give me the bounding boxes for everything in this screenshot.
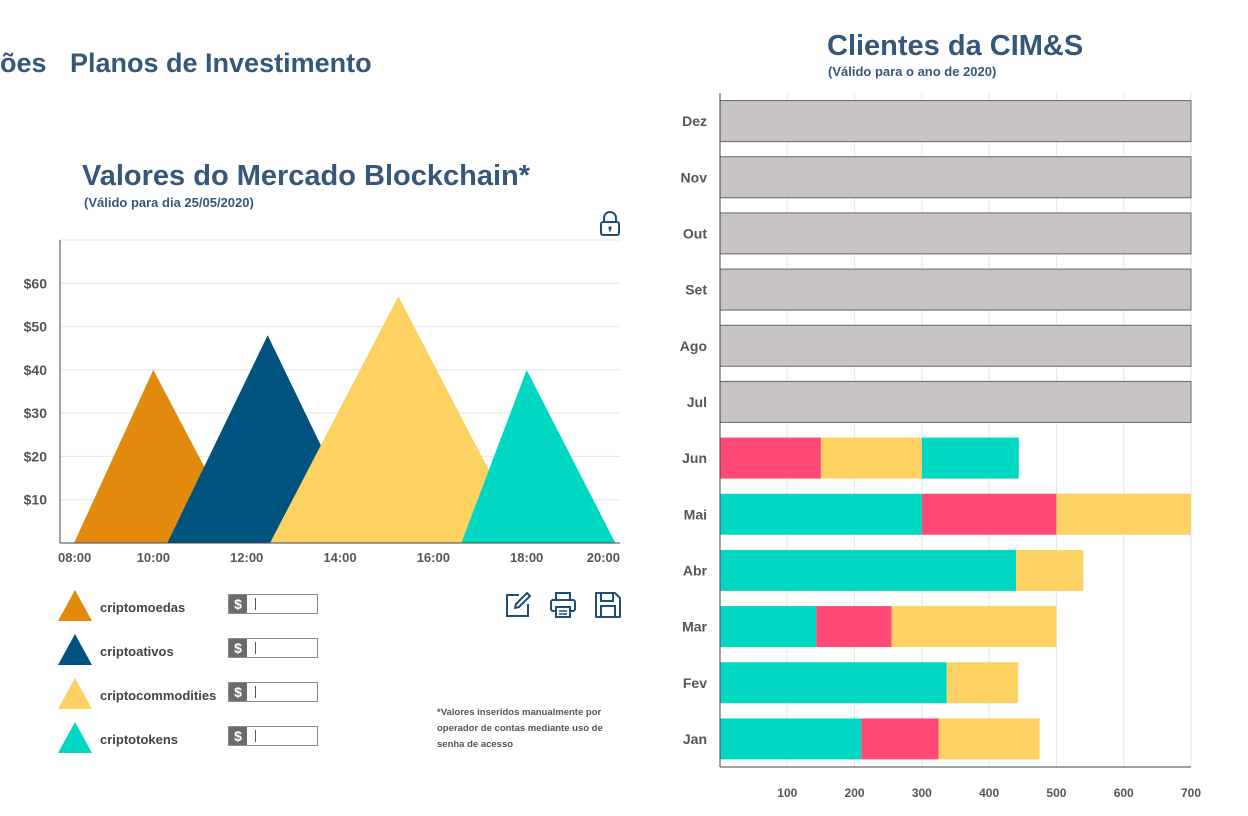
bar-segment-jun xyxy=(921,437,1019,479)
category-label: Nov xyxy=(681,169,708,185)
category-label: Jun xyxy=(682,450,707,466)
legend-swatch-criptotokens xyxy=(58,722,92,753)
criptotokens-value-input[interactable] xyxy=(249,727,323,745)
clients-chart-title: Clientes da CIM&S xyxy=(827,30,1084,62)
criptoativos-value-input[interactable] xyxy=(249,639,323,657)
print-icon[interactable] xyxy=(548,590,578,620)
bar-segment-nov xyxy=(719,156,1192,199)
category-label: Out xyxy=(683,225,707,241)
bar-segment-mai xyxy=(720,493,922,535)
legend-item-criptocommodities: criptocommodities $ xyxy=(58,678,328,712)
legend-item-criptomoedas: criptomoedas $ xyxy=(58,590,328,624)
x-tick-label: 600 xyxy=(1114,786,1134,800)
bar-segment-mar xyxy=(816,606,892,648)
criptocommodities-value-input[interactable] xyxy=(249,683,323,701)
criptocommodities-value-field[interactable]: $ xyxy=(228,682,323,702)
category-label: Dez xyxy=(682,113,707,129)
x-tick-label: 16:00 xyxy=(417,550,450,565)
category-label: Jul xyxy=(687,394,707,410)
blockchain-chart-subtitle: (Válido para dia 25/05/2020) xyxy=(84,195,254,210)
dollar-sign-icon: $ xyxy=(229,683,247,701)
legend-swatch-criptoativos xyxy=(58,634,92,665)
category-label: Set xyxy=(685,282,707,298)
save-icon[interactable] xyxy=(593,590,623,620)
nav-tab-partial[interactable]: ões xyxy=(0,48,47,79)
legend-label: criptomoedas xyxy=(100,600,186,615)
clients-bar-chart: Jan Fev Mar Abr Mai Jun Jul Ago Set Out Nov Dez 100 2… xyxy=(680,93,1201,800)
category-label: Jan xyxy=(683,731,707,747)
bar-segment-mar xyxy=(720,606,817,648)
x-tick-label: 100 xyxy=(777,786,797,800)
legend-label: criptocommodities xyxy=(100,688,217,703)
edit-icon[interactable] xyxy=(503,590,533,620)
bar-segment-abr xyxy=(1016,549,1084,591)
bar-segment-jan xyxy=(938,718,1040,760)
x-tick-label: 20:00 xyxy=(587,550,620,565)
category-label: Ago xyxy=(680,338,707,354)
footnote: *Valores inseridos manualmente por opera… xyxy=(437,707,603,750)
bar-segment-jun xyxy=(720,437,821,479)
category-label: Mar xyxy=(682,619,707,635)
dollar-sign-icon: $ xyxy=(229,595,247,613)
criptomoedas-value-field[interactable]: $ xyxy=(228,594,323,614)
x-tick-label: 500 xyxy=(1046,786,1066,800)
legend-swatch-criptocommodities xyxy=(58,678,92,709)
criptoativos-value-field[interactable]: $ xyxy=(228,638,323,658)
bar-segment-jan xyxy=(720,718,862,760)
x-tick-label: 700 xyxy=(1181,786,1201,800)
clients-chart-subtitle: (Válido para o ano de 2020) xyxy=(828,64,997,79)
x-tick-label: 12:00 xyxy=(230,550,263,565)
dollar-sign-icon: $ xyxy=(229,727,247,745)
category-label: Abr xyxy=(683,562,708,578)
y-tick-label: $20 xyxy=(24,448,48,464)
bar-segment-ago xyxy=(719,324,1192,367)
category-label: Fev xyxy=(683,675,707,691)
y-tick-label: $50 xyxy=(24,319,48,335)
legend-label: criptoativos xyxy=(100,644,174,659)
bar-segment-jul xyxy=(719,380,1192,423)
criptomoedas-value-input[interactable] xyxy=(249,595,323,613)
x-tick-label: 200 xyxy=(845,786,865,800)
bar-segment-out xyxy=(719,212,1192,255)
nav-tab-planos[interactable]: Planos de Investimento xyxy=(70,48,372,79)
y-tick-label: $60 xyxy=(24,275,48,291)
x-tick-label: 300 xyxy=(912,786,932,800)
bar-segment-fev xyxy=(946,662,1019,704)
category-label: Mai xyxy=(684,506,707,522)
criptotokens-value-field[interactable]: $ xyxy=(228,726,323,746)
bar-segment-mai xyxy=(1056,493,1191,535)
y-tick-label: $10 xyxy=(24,492,48,508)
bar-segment-fev xyxy=(720,662,947,704)
legend-item-criptoativos: criptoativos $ xyxy=(58,634,328,668)
x-tick-label: 10:00 xyxy=(137,550,170,565)
x-tick-label: 18:00 xyxy=(510,550,543,565)
bar-segment-dez xyxy=(719,100,1192,143)
x-tick-label: 08:00 xyxy=(58,550,91,565)
legend-item-criptotokens: criptotokens $ xyxy=(58,722,328,756)
bar-segment-jan xyxy=(861,718,939,760)
bar-segment-abr xyxy=(720,549,1017,591)
blockchain-chart-title: Valores do Mercado Blockchain* xyxy=(82,160,531,192)
dollar-sign-icon: $ xyxy=(229,639,247,657)
x-tick-label: 400 xyxy=(979,786,999,800)
legend-swatch-criptomoedas xyxy=(58,590,92,621)
bar-segment-mai xyxy=(921,493,1057,535)
y-tick-label: $30 xyxy=(24,405,48,421)
y-tick-label: $40 xyxy=(24,362,48,378)
blockchain-area-chart: $10 $20 $30 $40 $50 $60 08:00 10:00 12:00 14:00 16… xyxy=(24,239,620,565)
x-tick-label: 14:00 xyxy=(323,550,356,565)
bar-segment-mar xyxy=(891,606,1057,648)
bar-segment-set xyxy=(719,268,1192,311)
legend-label: criptotokens xyxy=(100,732,179,747)
bar-segment-jun xyxy=(820,437,922,479)
